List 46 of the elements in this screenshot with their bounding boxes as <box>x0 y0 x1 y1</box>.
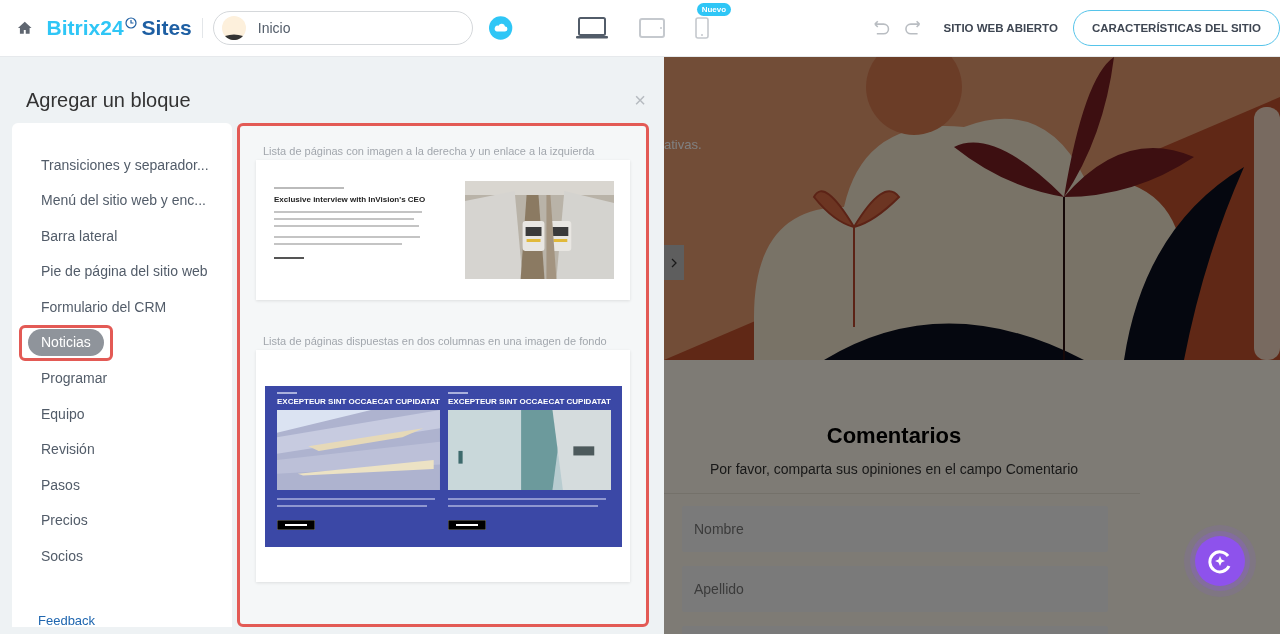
text-lines-drawing <box>274 187 344 191</box>
category-item[interactable]: Pasos <box>28 471 93 499</box>
column-heading: EXCEPTEUR SINT OCCAECAT CUPIDATAT <box>447 397 611 406</box>
button-drawing <box>447 520 486 530</box>
category-item[interactable]: Transiciones y separador... <box>28 151 222 179</box>
assistant-button[interactable] <box>1195 536 1245 586</box>
panel-title: Agregar un bloque <box>26 88 191 112</box>
clock-icon <box>124 17 137 29</box>
comments-title: Comentarios <box>826 423 962 449</box>
sparkle-icon <box>1207 548 1233 574</box>
label-line-drawing <box>277 392 297 395</box>
block-preview[interactable]: Exclusive interview with InVision's CEO <box>256 160 630 300</box>
feedback-link[interactable]: Feedback <box>38 613 232 629</box>
category-item[interactable]: Pie de página del sitio web <box>28 258 221 285</box>
column-heading: EXCEPTEUR SINT OCCAECAT CUPIDATAT <box>277 397 440 406</box>
logo-text: Sites <box>141 16 192 40</box>
input-field[interactable]: Apellido <box>682 566 1108 612</box>
block-title: Lista de páginas dispuestas en dos columnas en una imagen de fondo <box>262 334 608 348</box>
page-thumbnail-icon <box>221 16 246 40</box>
category-item[interactable]: Revisión <box>28 436 108 463</box>
category-item[interactable]: Barra lateral <box>28 222 131 250</box>
category-item[interactable]: Programar <box>28 365 121 392</box>
block-preview[interactable]: EXCEPTEUR SINT OCCAECAT CUPIDATAT EXCEPTEUR SINT OCCAECAT CUPIDATAT <box>256 350 630 582</box>
new-badge: Nuevo <box>696 3 732 16</box>
button-drawing <box>277 520 315 530</box>
next-slide-button[interactable] <box>664 245 684 280</box>
category-item[interactable]: Socios <box>28 543 97 570</box>
cloud-icon[interactable] <box>489 16 513 40</box>
home-icon[interactable] <box>17 20 33 36</box>
block-title: Lista de páginas con imagen a la derecha y un enlace a la izquierda <box>262 144 596 158</box>
tablet-icon[interactable] <box>638 18 665 38</box>
hero-text: ativas. <box>664 137 702 152</box>
article-heading: Exclusive interview with InVision's CEO <box>274 195 427 204</box>
laptop-icon[interactable] <box>574 16 609 40</box>
category-item[interactable]: Formulario del CRM <box>28 293 180 321</box>
logo-text: Bitrix24 <box>46 16 124 40</box>
phone-icon[interactable] <box>694 17 709 39</box>
comments-subtitle: Por favor, comparta sus opiniones en el campo Comentario <box>709 461 1079 477</box>
label-line-drawing <box>447 392 468 395</box>
input-field[interactable]: Nombre <box>682 506 1108 552</box>
category-item[interactable]: Precios <box>28 507 101 535</box>
chevron-right-icon <box>670 257 678 268</box>
category-item[interactable]: Equipo <box>28 400 98 428</box>
open-site-link[interactable]: SITIO WEB ABIERTO <box>943 22 1058 34</box>
site-settings-button[interactable]: CARACTERÍSTICAS DEL SITIO <box>1072 10 1280 46</box>
category-item[interactable]: Menú del sitio web y enc... <box>28 187 219 214</box>
